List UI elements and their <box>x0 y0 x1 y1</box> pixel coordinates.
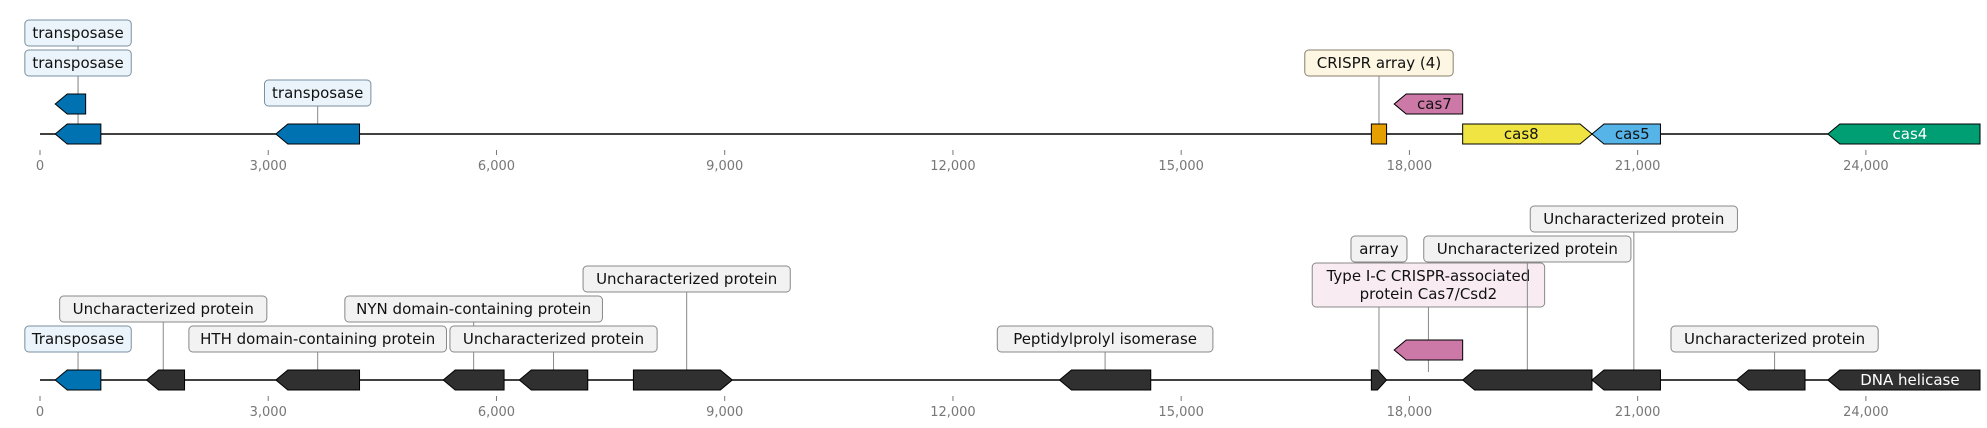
axis-tick-label: 21,000 <box>1615 159 1661 174</box>
gene-label: cas4 <box>1893 125 1928 143</box>
axis-tick-label: 15,000 <box>1158 405 1204 420</box>
axis-tick-label: 12,000 <box>930 159 976 174</box>
gene-arrow <box>1058 369 1152 391</box>
annotation-label: transposase <box>32 24 123 42</box>
axis-tick-label: 6,000 <box>478 159 515 174</box>
gene-arrow <box>518 369 589 391</box>
axis-tick-label: 0 <box>36 405 44 420</box>
gene-arrow <box>275 123 361 145</box>
axis-tick-label: 18,000 <box>1387 405 1433 420</box>
gene-map-figure: 0 3,000 6,000 9,000 12,000 15,000 18,000 21,000… <box>24 19 1981 420</box>
axis-tick-label: 0 <box>36 159 44 174</box>
annotation-label: NYN domain-containing protein <box>356 300 591 318</box>
annotation-label: protein Cas7/Csd2 <box>1360 285 1498 303</box>
track-bottom: 0 3,000 6,000 9,000 12,000 15,000 18,000 21,000… <box>24 205 1981 420</box>
annotation-label: Uncharacterized protein <box>463 330 644 348</box>
gene-arrow <box>54 93 87 115</box>
annotation-label: Uncharacterized protein <box>1437 240 1618 258</box>
gene-arrow <box>632 369 734 391</box>
axis-tick-label: 9,000 <box>706 159 743 174</box>
axis-tick-label: 21,000 <box>1615 405 1661 420</box>
annotation-label: Uncharacterized protein <box>1543 210 1724 228</box>
axis-tick-label: 9,000 <box>706 405 743 420</box>
gene-arrow <box>275 369 361 391</box>
annotation-label: transposase <box>32 54 123 72</box>
annotation-label: Type I-C CRISPR-associated <box>1326 267 1531 285</box>
gene-arrow <box>54 369 102 391</box>
annotation-label: Uncharacterized protein <box>1684 330 1865 348</box>
gene-arrow <box>1370 369 1388 391</box>
gene-arrow <box>442 369 505 391</box>
axis-tick-label: 6,000 <box>478 405 515 420</box>
gene-arrow <box>1735 369 1806 391</box>
gene-label: DNA helicase <box>1860 371 1959 389</box>
axis-tick-label: 3,000 <box>250 159 287 174</box>
track-top: 0 3,000 6,000 9,000 12,000 15,000 18,000 21,000… <box>24 19 1981 174</box>
annotation-label: Peptidylprolyl isomerase <box>1013 330 1197 348</box>
annotation-label: transposase <box>272 84 363 102</box>
annotations: transposase transposase transposase CRISPR … <box>24 19 1454 126</box>
gene-label: cas5 <box>1615 125 1650 143</box>
gene-arrow <box>1393 339 1464 361</box>
axis-tick-label: 18,000 <box>1387 159 1433 174</box>
gene-arrow <box>54 123 102 145</box>
annotation-label: Uncharacterized protein <box>596 270 777 288</box>
annotation-label: Uncharacterized protein <box>73 300 254 318</box>
gene-label: cas8 <box>1504 125 1539 143</box>
axis-tick-label: 15,000 <box>1158 159 1204 174</box>
gene-label: cas7 <box>1417 95 1452 113</box>
axis-tick-label: 24,000 <box>1843 405 1889 420</box>
annotation-label: Transposase <box>31 330 124 348</box>
axis-tick-label: 24,000 <box>1843 159 1889 174</box>
axis-tick-label: 3,000 <box>250 405 287 420</box>
axis-tick-label: 12,000 <box>930 405 976 420</box>
gene-arrow <box>1591 369 1661 391</box>
gene-arrow <box>1370 123 1388 145</box>
gene-arrow <box>1461 369 1593 391</box>
annotation-label: CRISPR array (4) <box>1317 54 1441 72</box>
annotations: Transposase Uncharacterized protein HTH do… <box>24 205 1879 372</box>
gene-arrow <box>145 369 186 391</box>
annotation-label: array <box>1359 240 1398 258</box>
annotation-label: HTH domain-containing protein <box>200 330 435 348</box>
